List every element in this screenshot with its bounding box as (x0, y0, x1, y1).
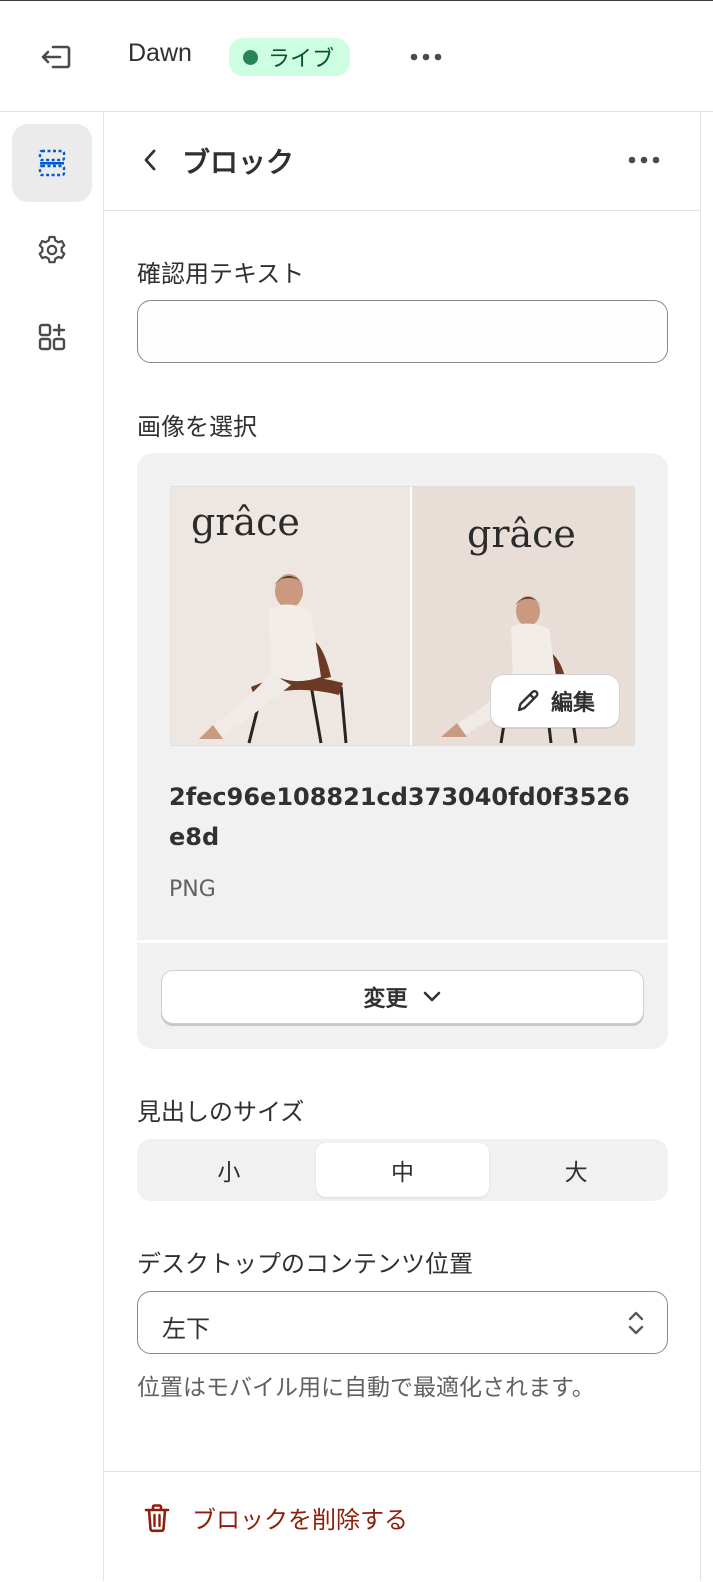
change-image-button[interactable]: 変更 (161, 970, 644, 1024)
live-dot-icon (243, 49, 258, 65)
image-picker-card: grâce grâce 編集 2fec96e108821cd373040fd0f… (137, 453, 668, 1049)
heading-size-selector: 小 中 大 (137, 1139, 668, 1201)
nav-settings-button[interactable] (12, 211, 92, 289)
confirm-text-label: 確認用テキスト (137, 260, 305, 288)
logo-text-left: grâce (191, 500, 300, 544)
file-type: PNG (169, 877, 216, 902)
status-badge-label: ライブ (268, 47, 335, 72)
select-chevrons-icon (628, 1311, 644, 1335)
desktop-position-help: 位置はモバイル用に自動で最適化されます。 (137, 1375, 595, 1401)
more-horizontal-icon (628, 156, 660, 164)
theme-actions-button[interactable] (404, 41, 448, 73)
change-image-label: 変更 (363, 987, 408, 1012)
block-settings-panel: ブロック 確認用テキスト 画像を選択 grâce grâce 編集 2fec96… (104, 112, 701, 1581)
sections-icon (38, 149, 66, 177)
pencil-icon (517, 690, 539, 712)
more-horizontal-icon (410, 53, 442, 61)
trash-icon (144, 1503, 170, 1532)
exit-icon (41, 45, 71, 69)
confirm-text-input[interactable] (137, 300, 668, 363)
desktop-position-value: 左下 (162, 1315, 210, 1343)
theme-name: Dawn (128, 39, 192, 67)
chevron-down-icon (423, 991, 440, 1002)
panel-footer: ブロックを削除する (104, 1471, 701, 1582)
logo-text-right: grâce (467, 512, 576, 556)
settings-gear-icon (38, 235, 66, 264)
file-name: 2fec96e108821cd373040fd0f3526e8d (169, 783, 630, 851)
chevron-left-icon (144, 149, 156, 171)
exit-button[interactable] (34, 35, 78, 79)
panel-title: ブロック (182, 146, 295, 179)
desktop-position-label: デスクトップのコンテンツ位置 (137, 1250, 473, 1278)
edit-image-label: 編集 (550, 691, 595, 716)
top-bar: Dawn ライブ (0, 0, 713, 112)
block-actions-button[interactable] (624, 144, 664, 176)
image-picker-label: 画像を選択 (137, 413, 257, 441)
status-badge: ライブ (229, 38, 351, 76)
edit-image-button[interactable]: 編集 (490, 674, 620, 728)
side-nav (0, 112, 104, 1581)
card-divider (137, 940, 668, 943)
desktop-position-select[interactable]: 左下 (137, 1291, 668, 1354)
heading-size-label: 見出しのサイズ (137, 1098, 305, 1126)
delete-block-label: ブロックを削除する (192, 1506, 408, 1534)
app-blocks-icon (38, 323, 66, 351)
back-button[interactable] (132, 142, 168, 178)
heading-size-medium[interactable]: 中 (315, 1143, 490, 1197)
panel-header: ブロック (104, 112, 701, 211)
heading-size-large[interactable]: 大 (489, 1143, 663, 1197)
delete-block-button[interactable]: ブロックを削除する (144, 1500, 408, 1535)
nav-apps-button[interactable] (12, 298, 92, 376)
nav-sections-button[interactable] (12, 124, 92, 202)
heading-size-small[interactable]: 小 (142, 1143, 316, 1197)
